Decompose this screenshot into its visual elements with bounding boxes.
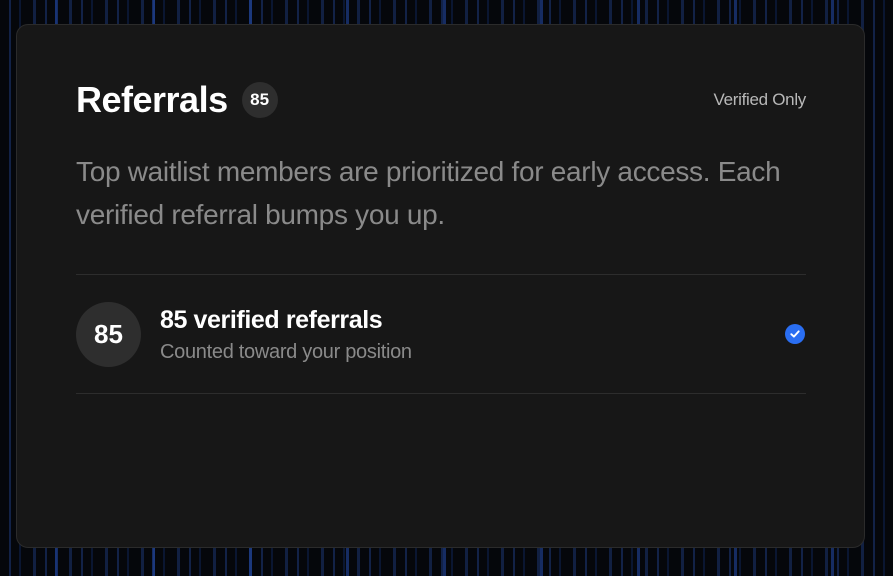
card-header: Referrals 85 Verified Only [76,78,806,122]
check-circle-icon [785,324,805,344]
count-badge: 85 [241,82,278,118]
divider-bottom [76,393,806,394]
referral-row-title: 85 verified referrals [160,305,383,334]
checkmark-glyph [790,330,800,338]
card-description: Top waitlist members are prioritized for… [76,156,781,230]
card-title: Referrals [76,79,228,120]
verified-only-filter[interactable]: Verified Only [714,90,807,110]
referral-row-subtitle: Counted toward your position [160,340,412,363]
referral-row: 85 85 verified referrals Counted toward … [76,275,806,393]
title-group: Referrals 85 [76,79,278,121]
referral-count-avatar: 85 [76,301,141,367]
referral-row-text: 85 verified referrals Counted toward you… [160,305,785,364]
referrals-card: Referrals 85 Verified Only Top waitlist … [16,24,865,548]
